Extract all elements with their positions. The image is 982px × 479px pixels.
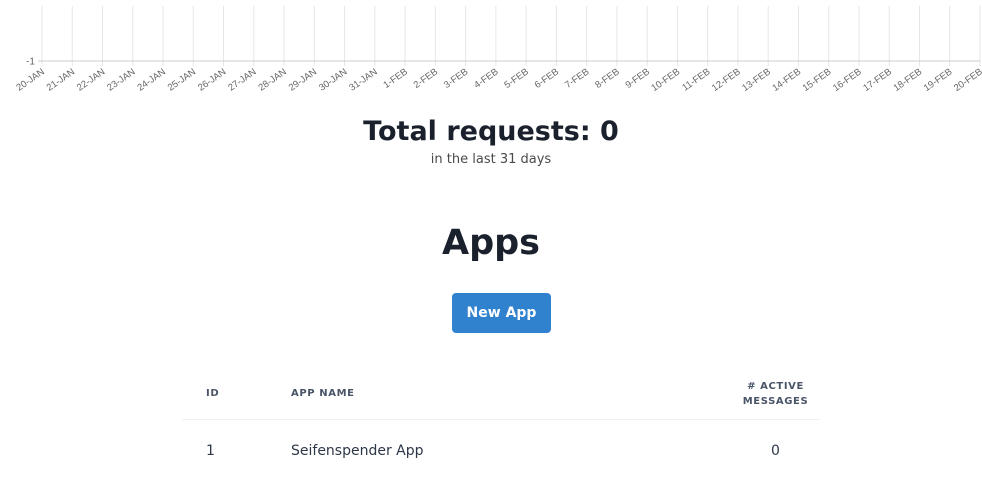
x-tick-label: 21-JAN (45, 66, 77, 93)
app-name-cell[interactable]: Seifenspender App (291, 420, 731, 479)
total-requests: Total requests: 0 (363, 116, 619, 147)
dashboard-page: 20-JAN 21-JAN 22-JAN 23-JAN 24-JAN 25-JAN 26-J… (0, 0, 982, 479)
x-tick-label: 25-JAN (166, 66, 198, 93)
x-tick-label: 27-JAN (226, 66, 258, 93)
apps-table-header: ID APP NAME # ACTIVE MESSAGES (182, 368, 820, 420)
x-tick-label: 16-FEB (831, 66, 864, 93)
x-tick-label: 29-JAN (287, 66, 319, 93)
x-tick-label: 17-FEB (861, 66, 894, 93)
x-tick-label: 14-FEB (770, 66, 803, 93)
x-tick-label: 20-JAN (14, 66, 46, 93)
x-tick-label: 22-JAN (75, 66, 107, 93)
app-id-cell: 1 (206, 443, 215, 459)
x-tick-label: 30-JAN (317, 66, 349, 93)
new-app-button[interactable]: New App (452, 293, 551, 333)
column-header-active-line2: MESSAGES (742, 395, 809, 407)
x-tick-label: 23-JAN (105, 66, 137, 93)
x-tick-label: 6-FEB (533, 66, 561, 90)
column-header-app-name: APP NAME (291, 368, 731, 420)
x-tick-label: 3-FEB (442, 66, 470, 90)
x-tick-label: 18-FEB (892, 66, 925, 93)
x-tick-label: 5-FEB (502, 66, 530, 90)
x-tick-label: 2-FEB (412, 66, 440, 90)
x-tick-label: 11-FEB (680, 66, 712, 93)
apps-heading: Apps (441, 223, 541, 263)
x-tick-label: 13-FEB (740, 66, 773, 93)
x-tick-label: 8-FEB (593, 66, 621, 90)
x-tick-label: 19-FEB (922, 66, 955, 93)
x-tick-label: 12-FEB (710, 66, 743, 93)
x-tick-label: 1-FEB (381, 66, 409, 90)
requests-chart: 20-JAN21-JAN22-JAN23-JAN24-JAN25-JAN26-J… (14, 6, 982, 94)
x-tick-label: 10-FEB (649, 66, 682, 93)
chart-summary: Total requests: 0 in the last 31 days (0, 113, 982, 169)
column-header-active-messages: # ACTIVE MESSAGES (731, 368, 820, 420)
apps-table-body: 1 Seifenspender App 0 (182, 420, 820, 479)
column-header-active-line1: # ACTIVE (747, 380, 804, 392)
y-tick-label: -1 (26, 57, 35, 68)
x-tick-label: 24-JAN (135, 66, 167, 93)
column-header-id: ID (182, 368, 291, 420)
app-active-messages-cell: 0 (771, 442, 780, 459)
total-requests-period: in the last 31 days (430, 152, 552, 167)
apps-table-header-row: ID APP NAME # ACTIVE MESSAGES (182, 368, 820, 420)
x-tick-label: 31-JAN (347, 66, 379, 93)
apps-table: ID APP NAME # ACTIVE MESSAGES 1 Seifensp… (182, 368, 820, 479)
x-tick-label: 9-FEB (624, 66, 652, 90)
x-tick-label: 4-FEB (472, 66, 500, 90)
x-tick-label: 7-FEB (563, 66, 591, 90)
x-tick-label: 15-FEB (801, 66, 834, 93)
x-tick-label: 28-JAN (257, 66, 289, 93)
table-row[interactable]: 1 Seifenspender App 0 (182, 420, 820, 479)
x-tick-label: 20-FEB (952, 66, 982, 93)
x-tick-label: 26-JAN (196, 66, 228, 93)
